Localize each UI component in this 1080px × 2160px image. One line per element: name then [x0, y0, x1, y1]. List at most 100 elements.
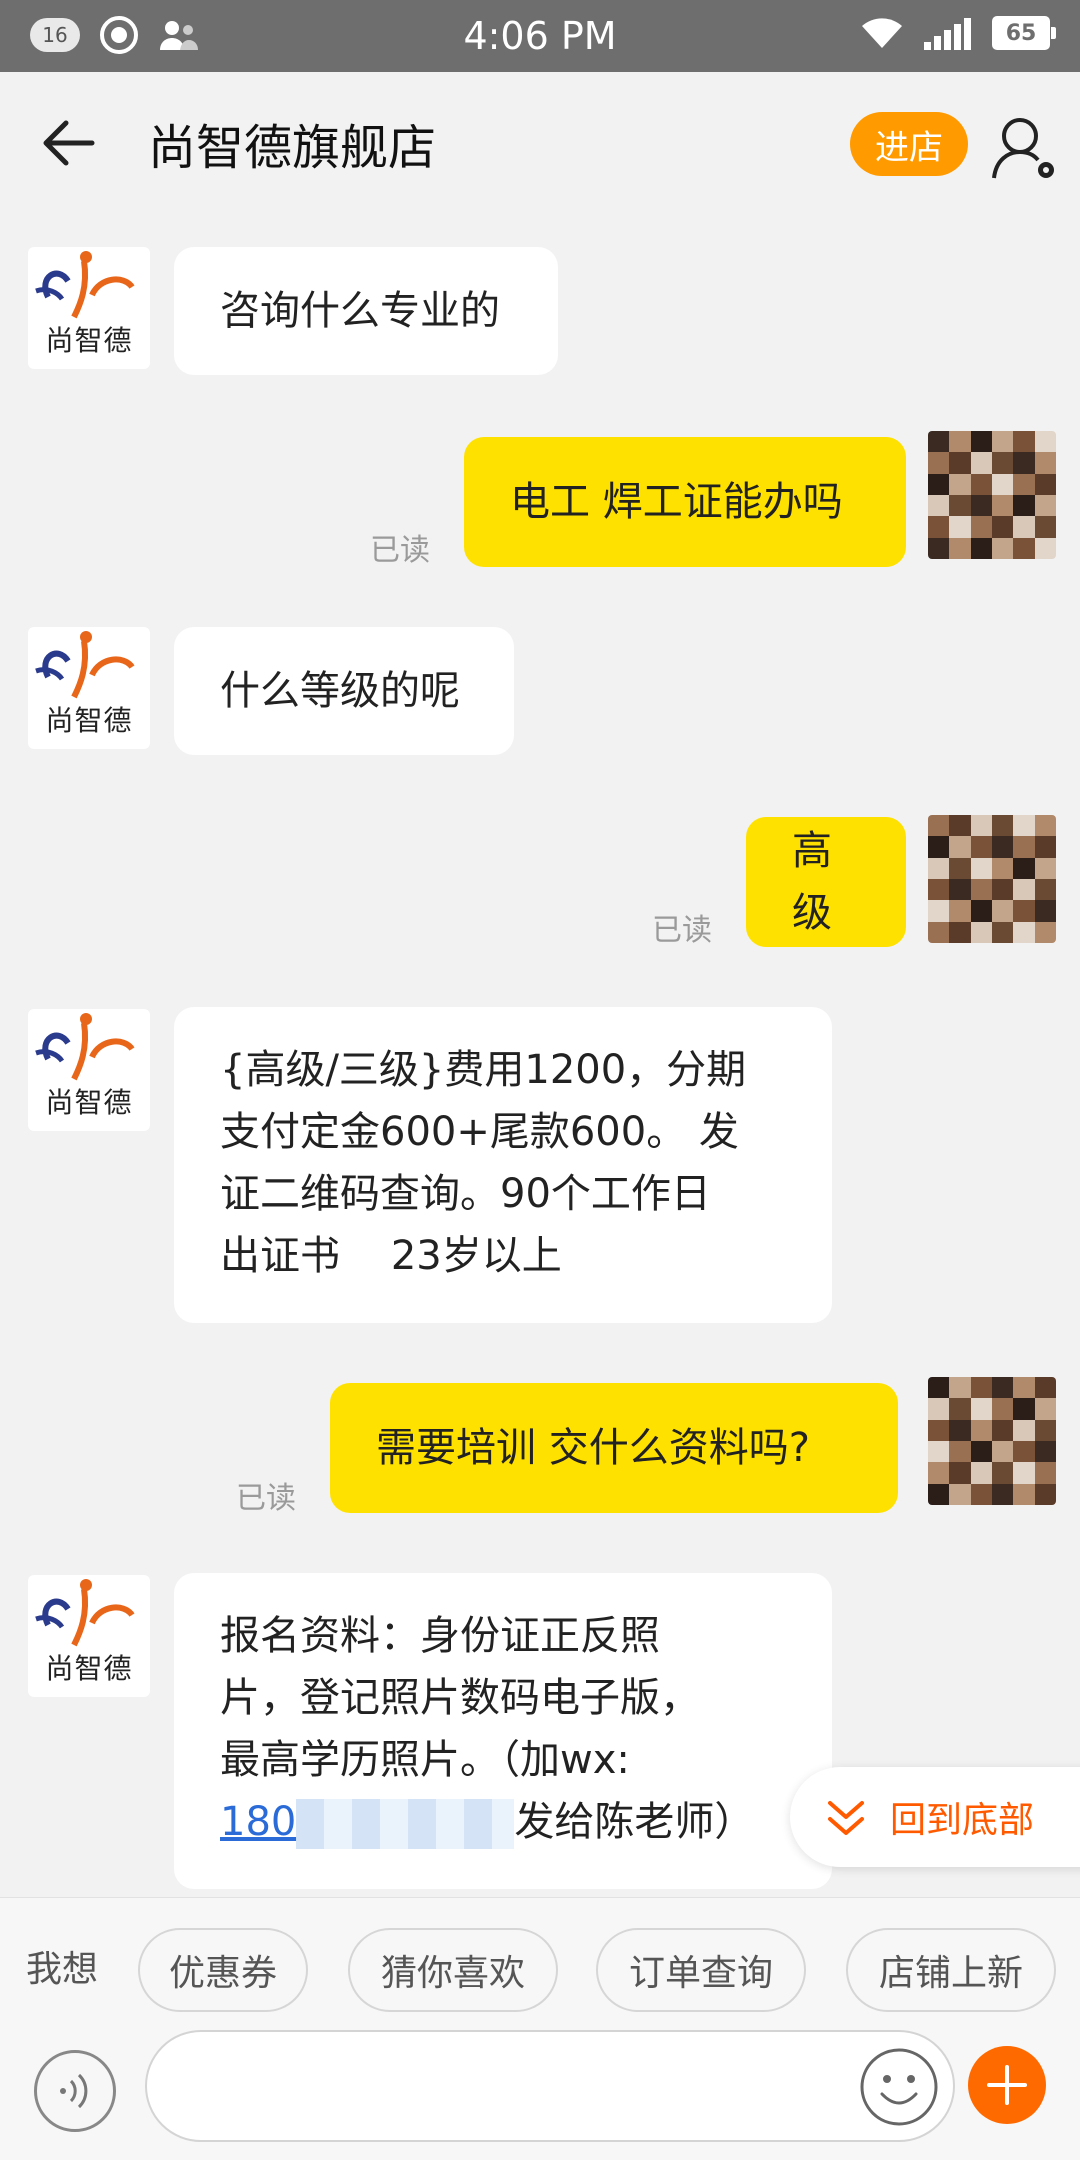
mosaic-cell: [992, 516, 1014, 538]
message-bubble[interactable]: 需要培训 交什么资料吗?: [330, 1383, 898, 1513]
user-avatar[interactable]: [928, 815, 1056, 943]
message-bubble[interactable]: 咨询什么专业的: [174, 247, 558, 375]
mosaic-cell: [949, 431, 971, 453]
mosaic-cell: [1013, 900, 1035, 922]
mosaic-cell: [970, 495, 992, 517]
mosaic-cell: [992, 900, 1014, 922]
mosaic-cell: [1034, 1398, 1056, 1420]
message-line: 证二维码查询。90个工作日: [220, 1171, 711, 1217]
shop-logo-icon: [35, 1013, 135, 1081]
back-to-bottom-label: 回到底部: [890, 1800, 1035, 1841]
input-bar: [0, 2022, 1080, 2160]
phone-link[interactable]: 180: [220, 1799, 296, 1845]
mosaic-cell: [928, 516, 950, 538]
mosaic-cell: [992, 495, 1014, 517]
mosaic-cell: [928, 495, 950, 517]
shop-avatar[interactable]: 尚智德: [28, 627, 150, 749]
mosaic-cell: [928, 857, 950, 879]
mosaic-cell: [1013, 473, 1035, 495]
mosaic-cell: [1034, 879, 1056, 901]
mosaic-cell: [970, 879, 992, 901]
mosaic-cell: [970, 857, 992, 879]
read-status: 已读: [652, 913, 712, 948]
mosaic-cell: [1034, 495, 1056, 517]
plus-icon: [987, 2065, 1027, 2105]
message-line-suffix: 发给陈老师）: [514, 1799, 755, 1845]
mosaic-cell: [970, 452, 992, 474]
message-bubble[interactable]: 报名资料：身份证正反照 片，登记照片数码电子版， 最高学历照片。（加wx: 18…: [174, 1573, 832, 1889]
shop-avatar[interactable]: 尚智德: [28, 247, 150, 369]
shop-title: 尚智德旗舰店: [148, 120, 437, 176]
mosaic-cell: [970, 900, 992, 922]
mosaic-cell: [1013, 836, 1035, 858]
shop-avatar[interactable]: 尚智德: [28, 1009, 150, 1131]
mosaic-cell: [992, 452, 1014, 474]
mosaic-cell: [949, 1398, 971, 1420]
mosaic-cell: [928, 452, 950, 474]
message-bubble[interactable]: 电工 焊工证能办吗: [464, 437, 906, 567]
shop-logo-icon: [35, 251, 135, 319]
quick-actions-bar: 我想 优惠券 猜你喜欢 订单查询 店铺上新: [0, 1897, 1080, 2022]
user-settings-icon[interactable]: [990, 112, 1060, 182]
mosaic-cell: [1013, 857, 1035, 879]
shop-logo-text: 尚智德: [45, 324, 133, 357]
mosaic-cell: [928, 1419, 950, 1441]
message-line: 支付定金600+尾款600。 发: [220, 1109, 739, 1155]
mosaic-cell: [970, 537, 992, 559]
mosaic-cell: [1013, 921, 1035, 943]
message-input[interactable]: [145, 2030, 955, 2142]
mosaic-cell: [1013, 1441, 1035, 1463]
mosaic-cell: [992, 431, 1014, 453]
more-actions-button[interactable]: [968, 2046, 1046, 2124]
message-bubble[interactable]: {高级/三级}费用1200，分期 支付定金600+尾款600。 发 证二维码查询…: [174, 1007, 832, 1323]
chip-recommendations[interactable]: 猜你喜欢: [348, 1928, 558, 2012]
quick-actions-label: 我想: [26, 1949, 99, 1990]
mosaic-cell: [949, 836, 971, 858]
mosaic-cell: [928, 1441, 950, 1463]
mosaic-cell: [949, 879, 971, 901]
mosaic-cell: [1013, 1398, 1035, 1420]
mosaic-cell: [1034, 900, 1056, 922]
mosaic-cell: [1034, 1441, 1056, 1463]
mosaic-cell: [992, 815, 1014, 837]
chip-coupons[interactable]: 优惠券: [138, 1928, 308, 2012]
mosaic-cell: [992, 473, 1014, 495]
message-bubble[interactable]: 高级: [746, 817, 906, 947]
enter-shop-button[interactable]: 进店: [850, 112, 968, 176]
message-line: 最高学历照片。（加wx:: [220, 1737, 630, 1783]
mosaic-cell: [949, 1441, 971, 1463]
mosaic-cell: [928, 1483, 950, 1505]
emoji-icon[interactable]: [858, 2046, 940, 2128]
mosaic-cell: [928, 921, 950, 943]
mosaic-cell: [992, 1377, 1014, 1399]
mosaic-cell: [1013, 537, 1035, 559]
chip-new-arrivals[interactable]: 店铺上新: [846, 1928, 1056, 2012]
mosaic-cell: [970, 1483, 992, 1505]
mosaic-cell: [928, 1462, 950, 1484]
mosaic-cell: [970, 1441, 992, 1463]
mosaic-cell: [1013, 1377, 1035, 1399]
message-bubble[interactable]: 什么等级的呢: [174, 627, 514, 755]
mosaic-cell: [949, 473, 971, 495]
mosaic-cell: [970, 1398, 992, 1420]
mosaic-cell: [1013, 431, 1035, 453]
mosaic-cell: [992, 1419, 1014, 1441]
mosaic-cell: [949, 452, 971, 474]
shop-avatar[interactable]: 尚智德: [28, 1575, 150, 1697]
user-avatar[interactable]: [928, 1377, 1056, 1505]
mosaic-cell: [949, 1419, 971, 1441]
mosaic-cell: [949, 516, 971, 538]
double-chevron-down-icon: [828, 1801, 864, 1835]
back-arrow-icon[interactable]: [40, 108, 100, 178]
mosaic-cell: [992, 921, 1014, 943]
chip-order-query[interactable]: 订单查询: [596, 1928, 806, 2012]
status-bar: 16 4:06 PM 65: [0, 0, 1080, 72]
message-line: 出证书 23岁以上: [220, 1233, 562, 1279]
chat-messages[interactable]: 尚智德 咨询什么专业的 已读 电工 焊工证能办吗 尚智德 什么等级的呢 已读 高…: [0, 217, 1080, 1897]
voice-button[interactable]: [34, 2050, 116, 2132]
user-avatar[interactable]: [928, 431, 1056, 559]
read-status: 已读: [236, 1481, 296, 1516]
mosaic-cell: [928, 900, 950, 922]
mosaic-cell: [1034, 473, 1056, 495]
back-to-bottom-button[interactable]: 回到底部: [790, 1767, 1080, 1867]
